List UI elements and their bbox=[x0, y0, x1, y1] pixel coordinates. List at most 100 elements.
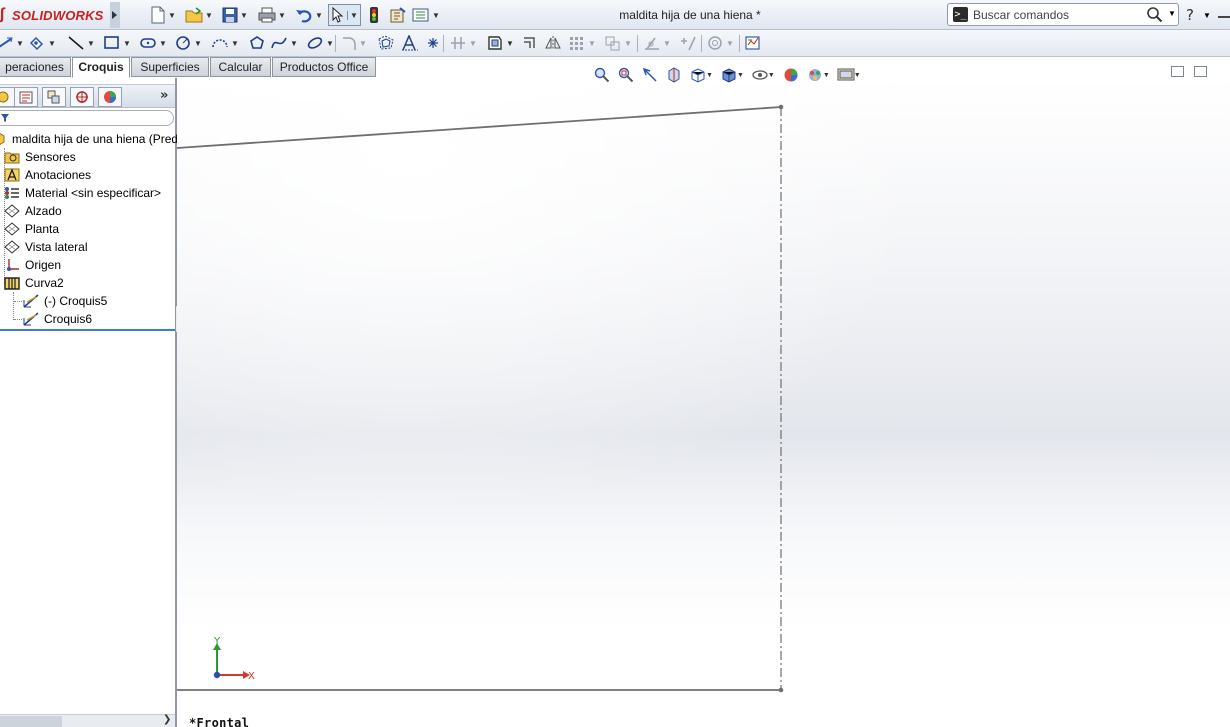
tab-superficies[interactable]: Superficies bbox=[131, 57, 209, 77]
more-tabs-button[interactable]: » bbox=[160, 88, 168, 103]
polygon-button[interactable] bbox=[248, 34, 266, 52]
print-button[interactable]: ▼ bbox=[258, 4, 286, 26]
undo-button[interactable]: ▼ bbox=[295, 4, 323, 26]
configuration-icon bbox=[47, 90, 60, 104]
tree-item-croquis5[interactable]: (-) Croquis5 bbox=[22, 292, 107, 310]
relations-icon bbox=[645, 37, 659, 50]
rectangle-button[interactable]: ▼ bbox=[103, 34, 131, 52]
tree-item-label: Alzado bbox=[25, 204, 62, 218]
tree-item-label: (-) Croquis5 bbox=[44, 294, 108, 308]
trim-button[interactable]: ▼ bbox=[449, 34, 477, 52]
property-manager-icon bbox=[19, 91, 33, 104]
smart-dimension-button[interactable]: ▼ bbox=[0, 34, 24, 52]
sketch-icon bbox=[22, 293, 40, 309]
help-button[interactable]: ? bbox=[1186, 6, 1194, 24]
help-chevron-down-icon[interactable]: ▼ bbox=[1203, 11, 1211, 20]
solidworks-logo[interactable]: ∫ SOLIDWORKS bbox=[0, 4, 106, 26]
offset-button[interactable] bbox=[377, 34, 395, 52]
tree-item-label: Origen bbox=[25, 258, 62, 272]
tab-label: Calcular bbox=[218, 60, 263, 74]
linear-pattern-button[interactable]: ▼ bbox=[568, 34, 596, 52]
property-manager-tab[interactable] bbox=[14, 87, 38, 107]
mirror-entities-button[interactable] bbox=[544, 34, 562, 52]
display-relations-button[interactable]: ▼ bbox=[643, 34, 671, 52]
move-entities-button[interactable]: ▼ bbox=[604, 34, 632, 52]
save-button[interactable]: ▼ bbox=[222, 4, 248, 26]
command-search[interactable]: >_ ▼ bbox=[947, 3, 1179, 26]
search-icon[interactable] bbox=[1146, 6, 1164, 24]
repair-sketch-button[interactable]: ▼ bbox=[706, 34, 734, 52]
mirror-button[interactable] bbox=[522, 34, 538, 52]
tree-item-material[interactable]: Material <sin especificar> bbox=[3, 184, 161, 202]
tree-connector bbox=[14, 319, 22, 320]
horizontal-scrollbar[interactable]: ❯ bbox=[0, 714, 175, 727]
sketch-point[interactable] bbox=[778, 104, 784, 110]
tree-item-sensores[interactable]: Sensores bbox=[3, 148, 76, 166]
tab-calcular[interactable]: Calcular bbox=[210, 57, 271, 77]
undo-icon bbox=[296, 10, 312, 23]
triad-origin bbox=[213, 671, 221, 679]
sketch-line-top[interactable] bbox=[177, 106, 782, 149]
select-button[interactable]: ▼ bbox=[328, 4, 361, 26]
tree-item-alzado[interactable]: Alzado bbox=[3, 202, 62, 220]
new-document-button[interactable]: ▼ bbox=[150, 4, 176, 26]
tab-productos-office[interactable]: Productos Office bbox=[272, 57, 376, 77]
tree-item-croquis6[interactable]: Croquis6 bbox=[22, 310, 92, 328]
brand-name: SOLIDWORKS bbox=[12, 8, 104, 23]
split-viewport-icon[interactable] bbox=[1194, 66, 1207, 77]
tree-item-anotaciones[interactable]: Anotaciones bbox=[3, 166, 91, 184]
tree-item-origen[interactable]: Origen bbox=[3, 256, 61, 274]
rebuild-button[interactable] bbox=[368, 4, 380, 26]
tab-operaciones[interactable]: peraciones bbox=[0, 57, 71, 77]
chevron-down-icon: ▼ bbox=[432, 10, 440, 20]
tree-item-label: maldita hija de una hiena (Pred bbox=[12, 132, 179, 146]
feature-tree-icon bbox=[0, 91, 9, 103]
display-manager-tab[interactable] bbox=[98, 87, 122, 107]
tab-croquis[interactable]: Croquis bbox=[72, 57, 130, 78]
tree-item-vista-lateral[interactable]: Vista lateral bbox=[3, 238, 87, 256]
circle-button[interactable]: ▼ bbox=[174, 34, 202, 52]
menu-expand-arrow[interactable] bbox=[110, 2, 120, 28]
quick-snaps-button[interactable] bbox=[744, 34, 762, 52]
tab-label: Croquis bbox=[78, 60, 124, 74]
configuration-manager-tab[interactable] bbox=[42, 87, 66, 107]
point-button[interactable] bbox=[426, 34, 440, 52]
add-relation-button[interactable] bbox=[679, 34, 697, 52]
restore-viewport-icon[interactable] bbox=[1171, 66, 1184, 77]
chevron-down-icon[interactable]: ▼ bbox=[1168, 9, 1176, 18]
rollback-bar[interactable] bbox=[0, 329, 175, 331]
chevron-down-icon: ▼ bbox=[359, 38, 367, 48]
feature-tree-tab[interactable] bbox=[0, 87, 15, 107]
open-button[interactable]: ▼ bbox=[185, 4, 213, 26]
toolbar-divider bbox=[637, 35, 638, 52]
minimize-button[interactable] bbox=[1218, 16, 1230, 18]
add-relation-icon bbox=[681, 36, 696, 51]
dimxpert-manager-tab[interactable] bbox=[70, 87, 94, 107]
sketch-point[interactable] bbox=[778, 687, 784, 693]
tree-root-part[interactable]: maldita hija de una hiena (Pred bbox=[0, 130, 178, 148]
line-button[interactable]: ▼ bbox=[67, 34, 95, 52]
convert-entities-button[interactable]: ▼ bbox=[486, 34, 514, 52]
curve-feature-icon bbox=[3, 275, 21, 291]
feature-tree-filter[interactable] bbox=[0, 110, 174, 126]
sketch-button[interactable]: ▼ bbox=[28, 34, 56, 52]
ellipse-button[interactable]: ▼ bbox=[306, 34, 334, 52]
arc-button[interactable]: ▼ bbox=[211, 34, 239, 52]
point-icon bbox=[428, 38, 438, 48]
fillet-button[interactable]: ▼ bbox=[341, 34, 367, 52]
text-button[interactable] bbox=[401, 34, 419, 52]
tree-item-curva2[interactable]: Curva2 bbox=[3, 274, 64, 292]
options-button[interactable]: ▼ bbox=[412, 4, 440, 26]
tree-item-label: Planta bbox=[25, 222, 60, 236]
tree-item-planta[interactable]: Planta bbox=[3, 220, 59, 238]
spline-button[interactable]: ▼ bbox=[270, 34, 298, 52]
slot-button[interactable]: ▼ bbox=[139, 34, 167, 52]
filter-funnel-icon bbox=[1, 114, 9, 122]
graphics-area[interactable]: ▼ ▼ ▼ ▼ ▼ Y X *Frontal bbox=[177, 66, 1230, 727]
file-properties-button[interactable] bbox=[389, 4, 407, 26]
cursor-arrow-icon bbox=[332, 7, 344, 23]
search-input[interactable] bbox=[973, 7, 1143, 23]
toolbar-divider bbox=[701, 35, 702, 52]
scroll-right-arrow-icon[interactable]: ❯ bbox=[163, 714, 171, 725]
scrollbar-thumb[interactable] bbox=[0, 716, 62, 727]
